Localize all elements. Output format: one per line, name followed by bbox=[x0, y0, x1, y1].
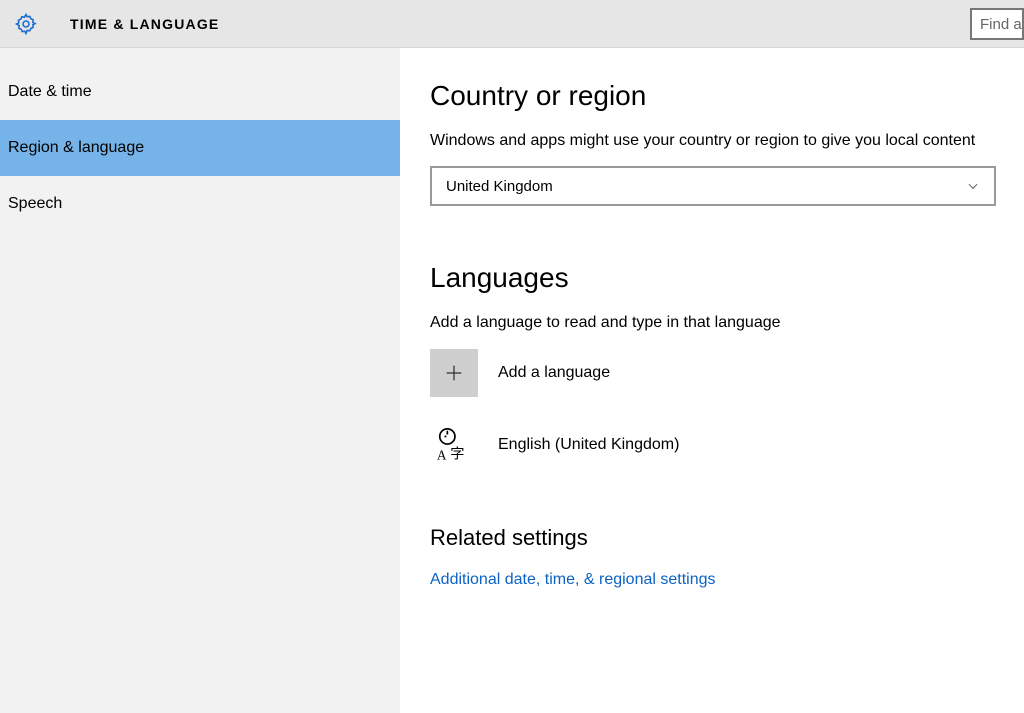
sidebar-item-region-language[interactable]: Region & language bbox=[0, 120, 400, 176]
svg-text:字: 字 bbox=[450, 445, 464, 462]
main-content: Country or region Windows and apps might… bbox=[400, 48, 1024, 713]
sidebar-item-date-time[interactable]: Date & time bbox=[0, 64, 400, 120]
add-tile bbox=[430, 349, 478, 397]
languages-desc: Add a language to read and type in that … bbox=[430, 312, 990, 334]
languages-heading: Languages bbox=[430, 262, 994, 294]
country-region-desc: Windows and apps might use your country … bbox=[430, 130, 990, 152]
gear-icon bbox=[14, 12, 38, 36]
country-dropdown-value: United Kingdom bbox=[446, 178, 553, 195]
page-title: TIME & LANGUAGE bbox=[70, 16, 219, 32]
sidebar-item-label: Region & language bbox=[8, 139, 144, 157]
search-input[interactable]: Find a bbox=[970, 8, 1024, 40]
sidebar: Date & time Region & language Speech bbox=[0, 48, 400, 713]
sidebar-item-label: Date & time bbox=[8, 83, 92, 101]
language-item-label: English (United Kingdom) bbox=[498, 436, 679, 454]
language-icon-box: A 字 bbox=[430, 421, 478, 469]
sidebar-item-speech[interactable]: Speech bbox=[0, 176, 400, 232]
related-settings-heading: Related settings bbox=[430, 525, 994, 551]
language-icon: A 字 bbox=[435, 426, 473, 464]
plus-icon bbox=[443, 362, 465, 384]
header-bar: TIME & LANGUAGE Find a bbox=[0, 0, 1024, 48]
svg-text:A: A bbox=[437, 447, 447, 462]
search-placeholder: Find a bbox=[980, 16, 1022, 33]
sidebar-item-label: Speech bbox=[8, 195, 62, 213]
chevron-down-icon bbox=[966, 179, 980, 193]
country-dropdown[interactable]: United Kingdom bbox=[430, 166, 996, 206]
additional-settings-link[interactable]: Additional date, time, & regional settin… bbox=[430, 571, 994, 589]
country-region-heading: Country or region bbox=[430, 80, 994, 112]
add-language-label: Add a language bbox=[498, 364, 610, 382]
language-item[interactable]: A 字 English (United Kingdom) bbox=[430, 421, 994, 469]
add-language-button[interactable]: Add a language bbox=[430, 349, 994, 397]
